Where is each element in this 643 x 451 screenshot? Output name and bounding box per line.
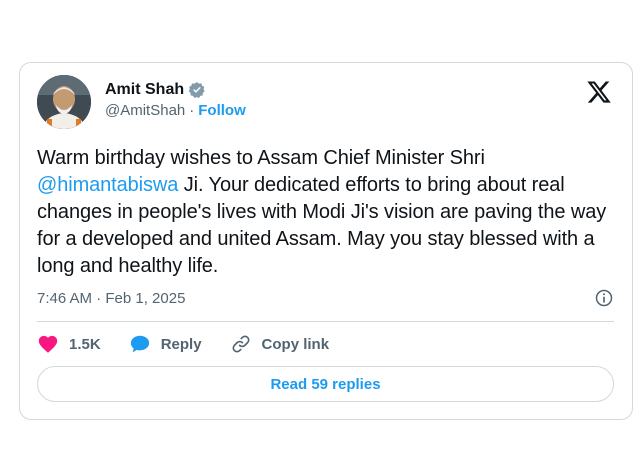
copy-link-label: Copy link bbox=[261, 335, 330, 353]
read-replies-label: Read 59 replies bbox=[270, 375, 381, 393]
author-name[interactable]: Amit Shah bbox=[105, 81, 184, 99]
copy-link-button[interactable]: Copy link bbox=[230, 333, 330, 355]
heart-icon bbox=[38, 335, 58, 353]
verified-badge-icon bbox=[188, 82, 205, 98]
link-icon bbox=[232, 335, 250, 353]
author-handle[interactable]: @AmitShah bbox=[105, 102, 185, 119]
avatar[interactable] bbox=[37, 75, 91, 129]
tweet-card: Amit Shah @AmitShah · Follow Warm birthd… bbox=[19, 62, 633, 420]
tweet-timestamp[interactable]: 7:46 AM · Feb 1, 2025 bbox=[37, 290, 185, 307]
like-button[interactable]: 1.5K bbox=[37, 333, 101, 355]
follow-button[interactable]: Follow bbox=[198, 102, 246, 119]
avatar-image bbox=[37, 75, 91, 129]
tweet-header: Amit Shah @AmitShah · Follow bbox=[37, 75, 616, 133]
x-logo-icon[interactable] bbox=[586, 79, 612, 105]
handle-separator: · bbox=[189, 102, 195, 119]
reply-button[interactable]: Reply bbox=[129, 333, 202, 355]
mention-link[interactable]: @himantabiswa bbox=[37, 174, 178, 196]
tweet-text-start: Warm birthday wishes to Assam Chief Mini… bbox=[37, 147, 485, 169]
speech-bubble-icon bbox=[130, 335, 149, 353]
reply-label: Reply bbox=[160, 335, 202, 353]
info-icon[interactable] bbox=[594, 288, 614, 308]
action-bar: 1.5K Reply Copy link bbox=[37, 331, 329, 357]
divider bbox=[37, 321, 614, 322]
author-block: Amit Shah @AmitShah · Follow bbox=[105, 81, 246, 119]
like-count: 1.5K bbox=[69, 335, 101, 353]
tweet-text: Warm birthday wishes to Assam Chief Mini… bbox=[37, 145, 614, 280]
read-replies-button[interactable]: Read 59 replies bbox=[37, 366, 614, 402]
tweet-meta: 7:46 AM · Feb 1, 2025 bbox=[37, 287, 614, 309]
